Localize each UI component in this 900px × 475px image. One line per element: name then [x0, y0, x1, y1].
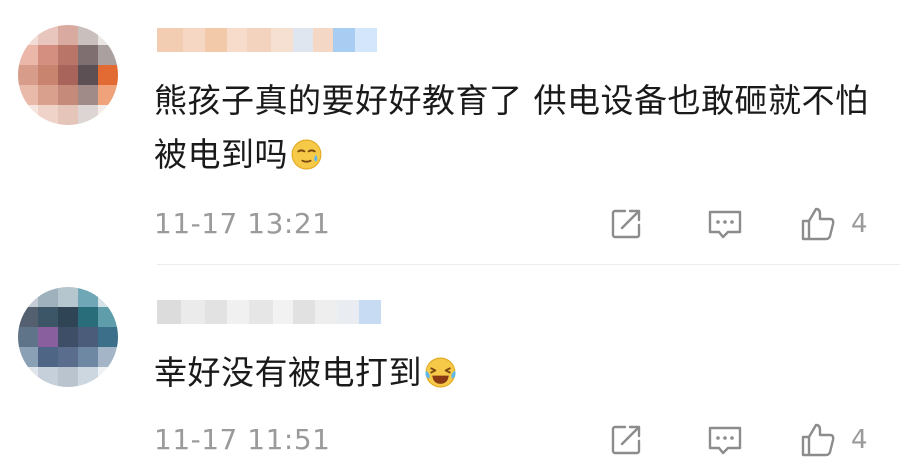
timestamp: 11-17 13:21	[154, 207, 331, 240]
share-icon	[611, 425, 641, 455]
reply-icon	[708, 210, 742, 239]
like-button[interactable]: 4	[799, 422, 868, 458]
comment-text: 幸好没有被电打到	[154, 346, 874, 400]
comment-item: 熊孩子真的要好好教育了 供电设备也敢砸就不怕被电到吗 11-17 13:21 4	[0, 0, 900, 266]
comment-text: 熊孩子真的要好好教育了 供电设备也敢砸就不怕被电到吗	[154, 81, 869, 174]
sweat-emoji-icon	[291, 139, 322, 170]
like-button[interactable]: 4	[799, 206, 868, 242]
reply-button[interactable]	[706, 422, 744, 458]
avatar[interactable]	[18, 287, 118, 387]
reply-icon	[708, 426, 742, 455]
comment-item: 幸好没有被电打到 11-17 11:51 4	[0, 266, 900, 475]
like-icon	[801, 423, 835, 457]
like-count: 4	[851, 209, 868, 239]
username-blurred[interactable]	[157, 300, 381, 324]
like-count: 4	[851, 425, 868, 455]
like-icon	[801, 207, 835, 241]
share-button[interactable]	[608, 206, 644, 242]
avatar[interactable]	[18, 25, 118, 125]
share-icon	[611, 209, 641, 239]
laughing-tears-emoji-icon	[425, 357, 456, 388]
reply-button[interactable]	[706, 206, 744, 242]
comment-meta: 11-17 13:21 4	[154, 204, 876, 244]
username-blurred[interactable]	[157, 28, 377, 52]
share-button[interactable]	[608, 422, 644, 458]
divider	[157, 264, 900, 265]
timestamp: 11-17 11:51	[154, 423, 331, 456]
comment-meta: 11-17 11:51 4	[154, 420, 876, 460]
